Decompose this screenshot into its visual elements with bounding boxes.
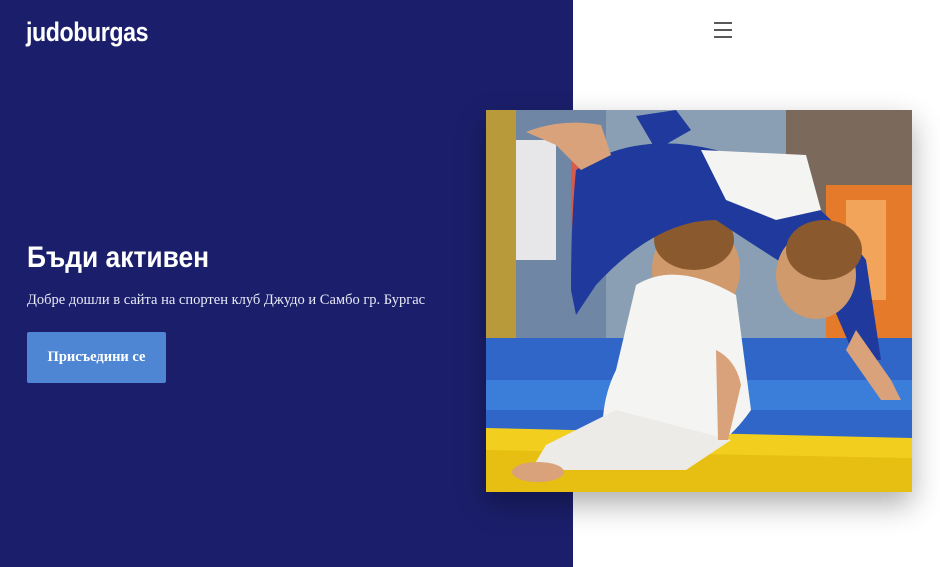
join-button[interactable]: Присъедини се bbox=[27, 332, 166, 383]
page: judoburgas Бъди активен Добре дошли в са… bbox=[0, 0, 940, 567]
hamburger-menu-icon bbox=[714, 22, 732, 38]
judo-throw-photo-icon bbox=[486, 110, 912, 492]
site-logo[interactable]: judoburgas bbox=[26, 14, 149, 50]
judo-photo bbox=[486, 110, 912, 492]
hero-title: Бъди активен bbox=[27, 241, 210, 274]
hero-subtitle: Добре дошли в сайта на спортен клуб Джуд… bbox=[27, 292, 426, 308]
menu-button[interactable] bbox=[711, 19, 735, 41]
